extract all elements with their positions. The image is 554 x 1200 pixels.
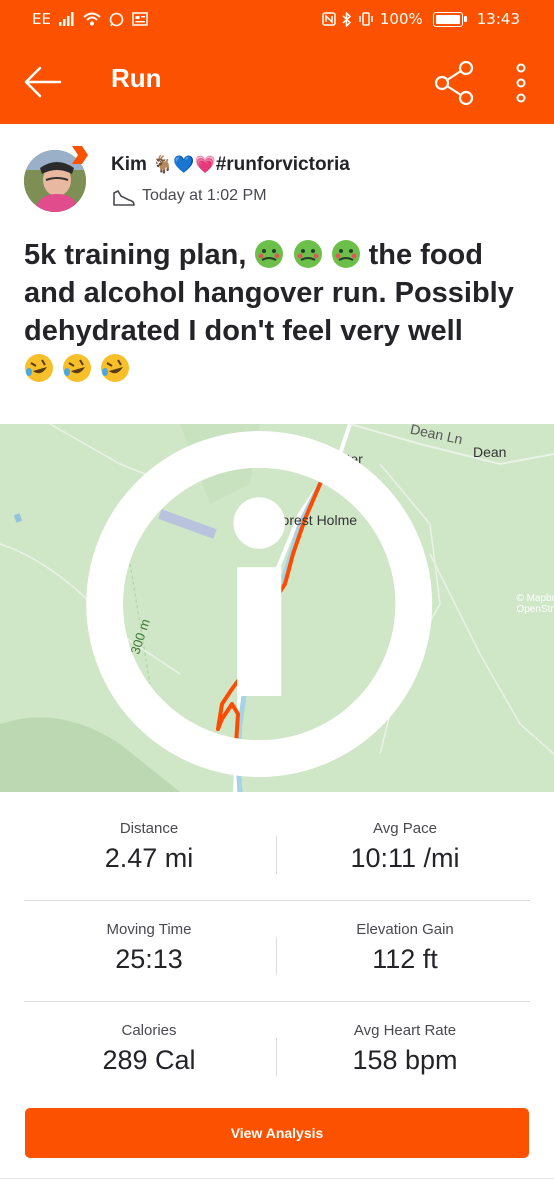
stat-elevation-gain: Elevation Gain 112 ft xyxy=(356,921,454,974)
stat-distance: Distance 2.47 mi xyxy=(104,820,194,873)
arrow-left-icon xyxy=(24,66,62,98)
nfc-icon xyxy=(322,12,336,26)
rofl-face-icon xyxy=(101,354,130,382)
more-options-button[interactable] xyxy=(505,58,537,108)
nauseated-face-icon xyxy=(293,240,322,268)
subscriber-badge-icon xyxy=(72,146,88,164)
news-icon xyxy=(132,12,148,26)
more-vertical-icon xyxy=(516,63,526,103)
nauseated-face-icon xyxy=(331,240,360,268)
stat-avg-heart-rate: Avg Heart Rate 158 bpm xyxy=(352,1022,458,1075)
activity-title-part1: 5k training plan, xyxy=(24,239,247,271)
share-button[interactable] xyxy=(430,58,480,108)
rofl-face-icon xyxy=(25,354,53,382)
stat-divider xyxy=(276,836,277,874)
nauseated-face-icon xyxy=(255,240,284,268)
attribution-text: © Mapbox © OpenStreetMap xyxy=(516,593,554,615)
run-shoe-icon xyxy=(113,190,135,206)
athlete-hashtag: #runforvictoria xyxy=(215,154,350,175)
athlete-name[interactable]: Kim 🐐💙💗#runforvictoria xyxy=(111,154,350,176)
map-attribution[interactable]: © Mapbox © OpenStreetMap xyxy=(6,424,554,788)
athlete-name-emojis: 🐐💙💗 xyxy=(152,155,216,174)
status-right: 100% 13:43 xyxy=(322,10,520,28)
stat-row: Distance 2.47 mi Avg Pace 10:11 /mi xyxy=(24,800,530,900)
athlete-first-name: Kim xyxy=(111,154,147,175)
clock: 13:43 xyxy=(476,10,520,28)
activity-timestamp: Today at 1:02 PM xyxy=(142,187,267,204)
app-bar: Run xyxy=(0,38,554,124)
back-button[interactable] xyxy=(20,60,64,104)
share-icon xyxy=(434,60,474,106)
status-bar: EE 100% 13:43 xyxy=(0,0,554,38)
battery-icon xyxy=(432,11,467,27)
info-icon xyxy=(86,431,433,777)
bluetooth-icon xyxy=(342,11,351,27)
carrier-label: EE xyxy=(32,10,51,28)
page-title: Run xyxy=(111,63,162,93)
rofl-face-icon xyxy=(63,354,92,382)
stat-row: Calories 289 Cal Avg Heart Rate 158 bpm xyxy=(24,1001,530,1102)
vibrate-icon xyxy=(359,12,373,26)
stat-avg-pace: Avg Pace 10:11 /mi xyxy=(350,820,460,873)
activity-title: 5k training plan, the food and alcohol h… xyxy=(24,236,534,388)
whatsapp-icon xyxy=(109,12,124,26)
wifi-icon xyxy=(83,12,101,26)
stats-grid: Distance 2.47 mi Avg Pace 10:11 /mi Movi… xyxy=(24,800,530,1102)
view-analysis-button[interactable]: View Analysis xyxy=(25,1108,529,1158)
stat-calories: Calories 289 Cal xyxy=(102,1022,196,1075)
battery-percent: 100% xyxy=(379,10,423,28)
status-left: EE xyxy=(32,10,148,28)
route-map[interactable]: Dean Ln Dean Water Forest Holme 300 m © … xyxy=(0,424,554,792)
stat-divider xyxy=(276,1038,277,1076)
bottom-divider xyxy=(0,1178,554,1179)
stat-divider xyxy=(276,937,277,975)
stat-row: Moving Time 25:13 Elevation Gain 112 ft xyxy=(24,900,530,1001)
signal-icon xyxy=(58,12,74,26)
stat-moving-time: Moving Time 25:13 xyxy=(106,921,192,974)
